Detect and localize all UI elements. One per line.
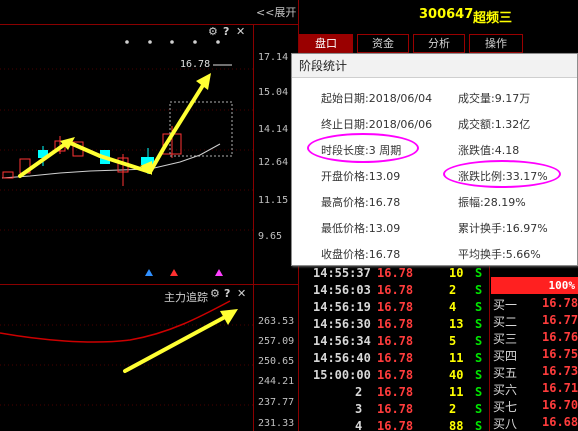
trade-row: 14:56:19 16.78 4 S: [313, 300, 483, 314]
stat-low-price: 最低价格:13.09: [321, 222, 401, 235]
stat-change-value: 涨跌值:4.18: [458, 144, 520, 157]
event-marker[interactable]: [170, 269, 178, 276]
book-row: 买二 16.77: [493, 313, 578, 329]
sub-y-axis-label: 237.77: [258, 397, 295, 408]
book-row: 买七 16.70: [493, 398, 578, 414]
kline-chart-panel[interactable]: <<展开 ⚙ ? ✕ 17.14 15.04 14.14 12.64 11.15…: [0, 0, 298, 431]
dialog-title[interactable]: 阶段统计: [292, 54, 577, 78]
book-row: 买四 16.75: [493, 347, 578, 363]
tab-pankou[interactable]: 盘口: [299, 34, 353, 53]
order-book: 100% 买一 16.78 买二 16.77 买三 16.76 买四 16.75 买五 1…: [489, 264, 578, 431]
y-axis-label: 15.04: [258, 87, 289, 98]
stat-period-length: 时段长度:3 周期: [321, 144, 402, 157]
sub-y-axis-label: 263.53: [258, 316, 295, 327]
stat-amplitude: 振幅:28.19%: [458, 196, 526, 209]
tab-caozuo[interactable]: 操作: [469, 34, 523, 53]
book-row: 买三 16.76: [493, 330, 578, 346]
stat-change-ratio: 涨跌比例:33.17%: [458, 170, 548, 183]
stat-close-price: 收盘价格:16.78: [321, 248, 401, 261]
sub-y-axis-label: 257.09: [258, 336, 295, 347]
trade-row: 15:00:00 16.78 40 S: [313, 368, 483, 382]
book-row: 买八 16.68: [493, 415, 578, 431]
event-marker[interactable]: [145, 269, 153, 276]
sub-y-axis-label: 244.21: [258, 376, 295, 387]
kline-canvas[interactable]: [0, 24, 253, 284]
expand-button[interactable]: <<展开: [256, 4, 296, 20]
stat-turnover-amount: 成交额:1.32亿: [458, 118, 531, 131]
stat-end-date: 终止日期:2018/06/06: [321, 118, 433, 131]
stat-open-price: 开盘价格:13.09: [321, 170, 401, 183]
book-row: 买五 16.73: [493, 364, 578, 380]
marker-dots: [125, 40, 220, 44]
tab-fenxi[interactable]: 分析: [413, 34, 465, 53]
y-axis-label: 11.15: [258, 195, 289, 206]
stock-header: 300647 超频三: [299, 0, 578, 30]
trade-row: 14:56:40 16.78 11 S: [313, 351, 483, 365]
y-axis-label: 17.14: [258, 52, 289, 63]
y-axis-label: 9.65: [258, 231, 283, 242]
book-row: 买一 16.78: [493, 296, 578, 312]
buy-ratio-bar: 100%: [491, 277, 578, 294]
sub-y-axis-label: 250.65: [258, 356, 295, 367]
trade-detail-list: 14:55:37 16.78 10 S 14:56:03 16.78 2 S 14:56:1…: [299, 264, 489, 431]
trade-row: 14:56:34 16.78 5 S: [313, 334, 483, 348]
stat-start-date: 起始日期:2018/06/04: [321, 92, 433, 105]
indicator-canvas[interactable]: [0, 285, 253, 431]
trade-row: 4 16.78 88 S: [355, 419, 483, 431]
book-row: 买六 16.71: [493, 381, 578, 397]
y-axis-label: 14.14: [258, 124, 289, 135]
stat-volume: 成交量:9.17万: [458, 92, 531, 105]
stat-avg-turnover: 平均换手:5.66%: [458, 248, 541, 261]
trend-arrows: [18, 80, 207, 178]
trade-row: 14:55:37 16.78 10 S: [313, 266, 483, 280]
tab-zijin[interactable]: 资金: [357, 34, 409, 53]
stock-name: 超频三: [473, 11, 513, 26]
indicator-line: [0, 300, 231, 343]
event-marker[interactable]: [215, 269, 223, 276]
trade-row: 14:56:30 16.78 13 S: [313, 317, 483, 331]
candlesticks: [2, 126, 182, 186]
stat-cumulative-turnover: 累计换手:16.97%: [458, 222, 548, 235]
tab-bar: 盘口 资金 分析 操作: [299, 34, 578, 54]
trade-row: 2 16.78 11 S: [355, 385, 483, 399]
sub-y-axis-label: 231.33: [258, 418, 295, 429]
stat-high-price: 最高价格:16.78: [321, 196, 401, 209]
trade-row: 14:56:03 16.78 2 S: [313, 283, 483, 297]
chart-axis-divider: [253, 24, 254, 431]
stage-statistics-dialog[interactable]: 阶段统计 起始日期:2018/06/04 成交量:9.17万 终止日期:2018…: [291, 53, 578, 266]
trade-row: 3 16.78 2 S: [355, 402, 483, 416]
y-axis-label: 12.64: [258, 157, 289, 168]
stock-code: 300647: [419, 7, 474, 22]
